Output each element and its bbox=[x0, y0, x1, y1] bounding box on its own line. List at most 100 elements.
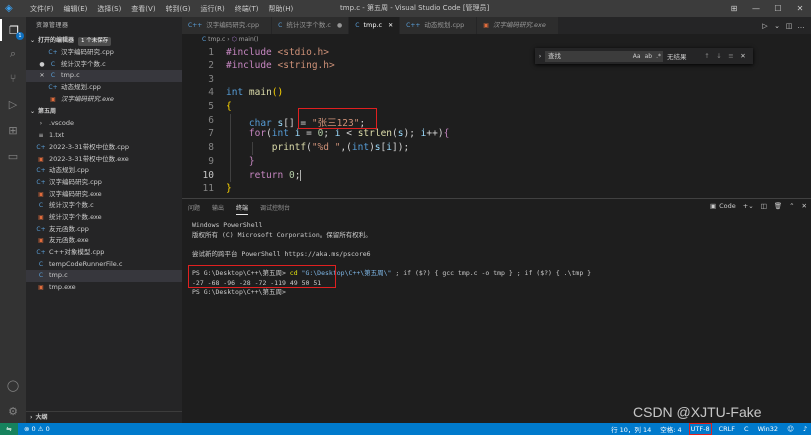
match-case-toggle[interactable]: Aa bbox=[633, 51, 641, 62]
outline-header[interactable]: › 大纲 bbox=[26, 411, 182, 423]
menu-run[interactable]: 运行(R) bbox=[195, 4, 229, 14]
file-item[interactable]: ▣ tmp.exe bbox=[26, 282, 182, 294]
file-item[interactable]: C+ 2022-3-31带权中位数.cpp bbox=[26, 142, 182, 154]
split-editor-icon[interactable]: ◫ bbox=[783, 22, 795, 30]
search-icon[interactable]: ⌕ bbox=[0, 43, 26, 65]
c-file-icon: C bbox=[38, 260, 44, 268]
open-editor-item[interactable]: C+ 汉字编码研究.cpp bbox=[26, 47, 182, 59]
folder-header[interactable]: ⌄ 第五周 bbox=[26, 106, 182, 118]
sidebar-title: 资源管理器 bbox=[36, 22, 69, 29]
file-name: 汉字编码研究.cpp bbox=[61, 48, 114, 56]
platform[interactable]: Win32 bbox=[758, 425, 778, 433]
close-icon[interactable]: ✕ bbox=[789, 4, 811, 13]
tab-terminal[interactable]: 终端 bbox=[236, 203, 249, 215]
feedback-icon[interactable]: ☺ bbox=[787, 425, 794, 433]
file-item[interactable]: C+ C++对象模型.cpp bbox=[26, 247, 182, 259]
code-editor[interactable]: 1 2 3 4 5 6 7 8 9 10 11 #include <stdio.h> #includ… bbox=[182, 46, 811, 198]
line-ending[interactable]: CRLF bbox=[719, 425, 735, 433]
file-item[interactable]: C+ 汉字编码研究.cpp bbox=[26, 177, 182, 189]
chevron-right-icon[interactable]: › bbox=[535, 52, 545, 60]
menu-edit[interactable]: 编辑(E) bbox=[59, 4, 93, 14]
menu-file[interactable]: 文件(F) bbox=[25, 4, 59, 14]
explorer-icon[interactable]: ❐ 1 bbox=[0, 19, 26, 41]
selection-icon[interactable]: ≡ bbox=[725, 52, 737, 60]
file-item[interactable]: ▣ 统计汉字个数.exe bbox=[26, 212, 182, 224]
run-icon[interactable]: ▷ bbox=[759, 22, 771, 30]
folder-item[interactable]: › .vscode bbox=[26, 118, 182, 130]
tab-debug-console[interactable]: 调试控制台 bbox=[260, 203, 290, 215]
file-item[interactable]: ≡ 1.txt bbox=[26, 130, 182, 142]
problems-indicator[interactable]: ⊗ 0 ⚠ 0 bbox=[24, 425, 50, 433]
trash-icon[interactable]: 🗑 bbox=[774, 202, 782, 210]
arrow-down-icon[interactable]: ↓ bbox=[713, 52, 725, 60]
breadcrumb-symbol[interactable]: main() bbox=[239, 36, 259, 43]
open-editor-item[interactable]: ● C 统计汉字个数.c bbox=[26, 59, 182, 71]
editor-tab[interactable]: ▣ 汉字编码研究.exe bbox=[477, 17, 559, 34]
bell-icon[interactable]: ♪ bbox=[803, 425, 807, 433]
file-name: tmp.c bbox=[49, 271, 68, 280]
unsaved-dot-icon[interactable]: ● bbox=[337, 17, 342, 34]
file-item[interactable]: CtempCodeRunnerFile.c bbox=[26, 259, 182, 271]
whole-word-toggle[interactable]: ab bbox=[645, 51, 653, 62]
editor-tab[interactable]: C++ 动态规划.cpp bbox=[400, 17, 478, 34]
c-file-icon: C bbox=[50, 72, 56, 80]
editor-tab[interactable]: Ctmp.c ✕ bbox=[349, 17, 401, 34]
file-name: 统计汉字个数.exe bbox=[49, 212, 102, 221]
menu-view[interactable]: 查看(V) bbox=[126, 4, 160, 14]
file-item[interactable]: ▣ 汉字编码研究.exe bbox=[26, 189, 182, 201]
run-debug-icon[interactable]: ▷ bbox=[0, 93, 26, 115]
unsaved-dot-icon[interactable]: ● bbox=[36, 59, 48, 71]
menu-help[interactable]: 帮助(H) bbox=[264, 4, 299, 14]
chevron-down-icon[interactable]: ⌄ bbox=[771, 22, 783, 30]
minimize-icon[interactable]: — bbox=[745, 4, 767, 13]
file-item[interactable]: C+ 友元函数.cpp bbox=[26, 224, 182, 236]
open-editor-item[interactable]: ✕ Ctmp.c bbox=[26, 70, 182, 83]
regex-toggle[interactable]: .* bbox=[656, 51, 661, 62]
exe-file-icon: ▣ bbox=[38, 190, 44, 198]
close-icon[interactable]: ✕ bbox=[388, 17, 393, 34]
language-mode[interactable]: C bbox=[744, 425, 749, 433]
close-panel-icon[interactable]: ✕ bbox=[802, 202, 807, 210]
open-editor-item[interactable]: ▣ 汉字编码研究.exe bbox=[26, 94, 182, 106]
more-icon[interactable]: … bbox=[795, 22, 807, 30]
account-icon[interactable]: ◯ bbox=[0, 374, 26, 396]
find-input[interactable]: 查找 Aa ab .* bbox=[545, 50, 663, 62]
editor-tab[interactable]: C++ 汉字编码研究.cpp bbox=[182, 17, 273, 34]
indentation[interactable]: 空格: 4 bbox=[660, 424, 681, 434]
file-item[interactable]: C 统计汉字个数.c bbox=[26, 200, 182, 212]
maximize-icon[interactable]: ☐ bbox=[767, 4, 789, 13]
tab-output[interactable]: 输出 bbox=[212, 203, 224, 215]
settings-icon[interactable]: ⚙ bbox=[0, 400, 26, 422]
menu-go[interactable]: 转到(G) bbox=[161, 4, 196, 14]
line-number: 5 bbox=[208, 101, 214, 112]
layout-icon[interactable]: ⊞ bbox=[723, 4, 745, 13]
file-item[interactable]: C+ 动态规划.cpp bbox=[26, 165, 182, 177]
breadcrumb-file[interactable]: tmp.c bbox=[208, 36, 225, 43]
shell-name[interactable]: Code bbox=[719, 202, 736, 210]
cursor-position[interactable]: 行 10，列 14 bbox=[611, 424, 651, 434]
menu-selection[interactable]: 选择(S) bbox=[92, 4, 126, 14]
split-terminal-icon[interactable]: ◫ bbox=[761, 202, 767, 210]
arrow-up-icon[interactable]: ↑ bbox=[701, 52, 713, 60]
close-icon[interactable]: ✕ bbox=[36, 70, 48, 82]
extensions-icon[interactable]: ⊞ bbox=[0, 119, 26, 141]
terminal-icon: ▣ bbox=[709, 202, 717, 210]
file-item[interactable]: ▣ 友元函数.exe bbox=[26, 235, 182, 247]
remote-indicator[interactable]: ⇋ bbox=[0, 423, 18, 435]
file-item[interactable]: Ctmp.c bbox=[26, 270, 182, 283]
maximize-panel-icon[interactable]: ⌃ bbox=[789, 202, 794, 210]
close-icon[interactable]: ✕ bbox=[737, 52, 749, 60]
tab-problems[interactable]: 问题 bbox=[188, 203, 200, 215]
file-item[interactable]: ▣ 2022-3-31带权中位数.exe bbox=[26, 154, 182, 166]
source-control-icon[interactable]: ⑂ bbox=[0, 67, 26, 89]
open-editor-item[interactable]: C+ 动态规划.cpp bbox=[26, 82, 182, 94]
cpp-file-icon: C+ bbox=[36, 143, 46, 151]
editor-tab[interactable]: C 统计汉字个数.c ● bbox=[272, 17, 350, 34]
add-terminal-icon[interactable]: +⌄ bbox=[743, 202, 754, 210]
remote-explorer-icon[interactable]: ▭ bbox=[0, 145, 26, 167]
open-editors-header[interactable]: ⌄ 打开的编辑器 1 个未保存 bbox=[26, 35, 182, 47]
explorer-sidebar: 资源管理器 ⌄ 打开的编辑器 1 个未保存 C+ 汉字编码研究.cpp ● C 统计汉字… bbox=[26, 17, 182, 423]
encoding[interactable]: UTF-8 bbox=[688, 423, 712, 435]
menu-terminal[interactable]: 终端(T) bbox=[230, 4, 264, 14]
